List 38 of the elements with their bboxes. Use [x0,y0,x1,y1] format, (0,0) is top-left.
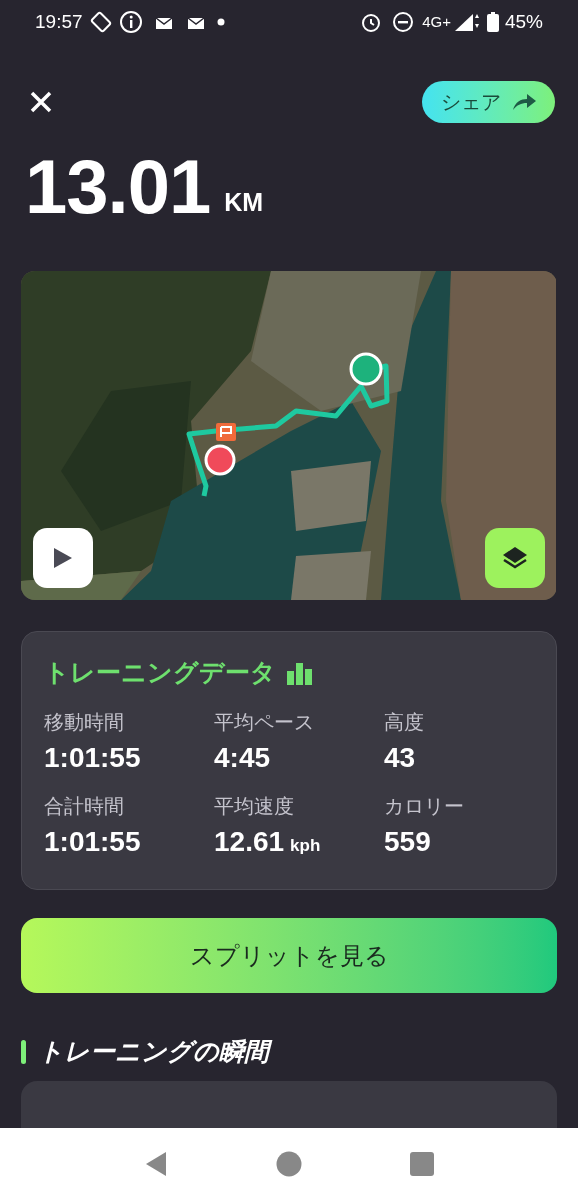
network-type: 4G+ [422,11,451,32]
start-marker [349,352,383,386]
info-icon [118,10,143,34]
distance-value: 13.01 [25,149,211,225]
stat-value: 1:01:55 [44,741,141,774]
dot-icon [216,18,225,26]
home-icon[interactable] [276,1151,302,1177]
stat-value: 4:45 [214,741,271,774]
map-layers-button[interactable] [485,528,545,588]
alarm-icon [360,11,383,33]
close-icon [29,90,53,114]
battery-icon [486,12,499,32]
card-title: トレーニングデータ [44,657,276,688]
stat-unit: kph [290,834,321,857]
clock-time: 19:57 [35,9,83,34]
bar-chart-icon [286,660,314,685]
back-icon[interactable] [144,1151,168,1177]
stat-value: 1:01:55 [44,825,141,858]
play-button[interactable] [33,528,93,588]
end-marker [204,444,236,476]
stat-label: 合計時間 [44,793,125,819]
stat-value: 559 [384,825,431,858]
layers-icon [501,545,529,571]
stat-label: 平均速度 [214,793,295,819]
stat-label: 移動時間 [44,709,125,735]
stat-label: カロリー [384,793,465,819]
share-button[interactable]: シェア [422,81,555,123]
stat-value: 12.61 [214,825,285,858]
battery-percentage: 45% [504,9,543,34]
stat-label: 高度 [384,709,425,735]
do-not-disturb-icon [392,11,415,33]
play-icon [53,547,73,569]
stat-label: 平均ペース [214,709,315,735]
distance-unit: KM [224,186,264,218]
view-splits-button[interactable]: スプリットを見る [21,918,557,993]
section-accent-bar [21,1039,26,1064]
finish-flag-icon [216,423,236,441]
stat-value: 43 [384,741,416,774]
